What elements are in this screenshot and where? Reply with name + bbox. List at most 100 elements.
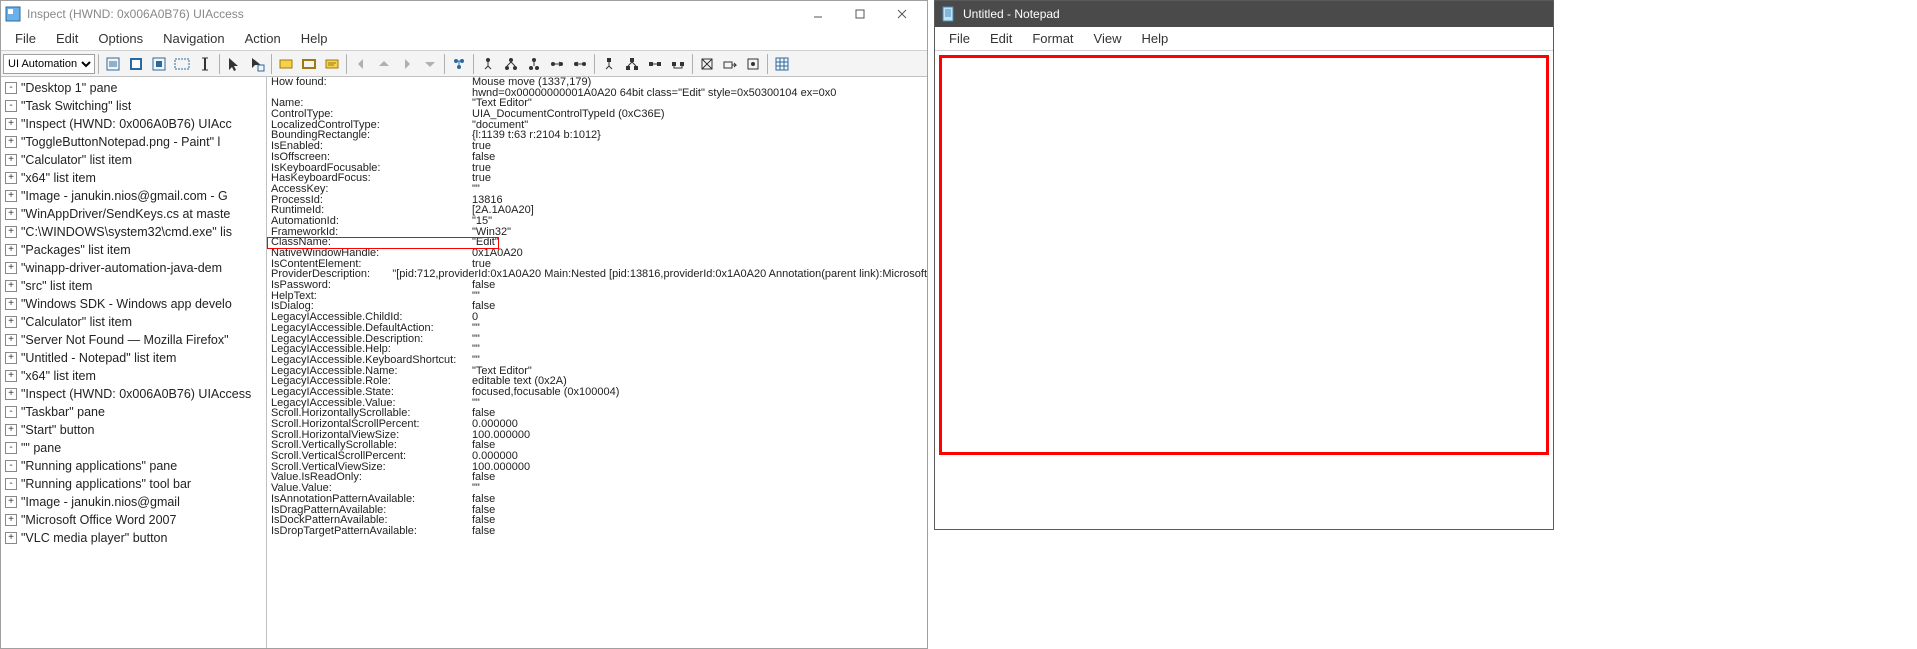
expand-icon[interactable]: + (5, 172, 17, 184)
tree-node[interactable]: -"Running applications" pane (1, 457, 266, 475)
toolbar-nav-down-icon[interactable] (419, 53, 441, 75)
tree-node[interactable]: +"Calculator" list item (1, 151, 266, 169)
expand-icon[interactable]: + (5, 316, 17, 328)
tree-node[interactable]: +"x64" list item (1, 169, 266, 187)
notepad-text-editor[interactable] (939, 55, 1549, 455)
tree-node[interactable]: +"Packages" list item (1, 241, 266, 259)
toolbar-msaa-children-icon[interactable] (621, 53, 643, 75)
tree-node[interactable]: +"Calculator" list item (1, 313, 266, 331)
property-row[interactable]: AccessKey:"" (267, 184, 927, 195)
tree-node[interactable]: +"WinAppDriver/SendKeys.cs at maste (1, 205, 266, 223)
toolbar-last-child-icon[interactable] (523, 53, 545, 75)
tree-node[interactable]: +"Inspect (HWND: 0x006A0B76) UIAccess (1, 385, 266, 403)
np-menu-view[interactable]: View (1084, 29, 1132, 48)
property-row[interactable]: ProcessId:13816 (267, 195, 927, 206)
tree-node[interactable]: +"x64" list item (1, 367, 266, 385)
tree-node[interactable]: +"src" list item (1, 277, 266, 295)
tree-node[interactable]: +"Start" button (1, 421, 266, 439)
toolbar-first-child-icon[interactable] (500, 53, 522, 75)
toolbar-capture-icon[interactable] (771, 53, 793, 75)
menu-options[interactable]: Options (88, 29, 153, 48)
toolbar-watch-cursor-icon[interactable] (125, 53, 147, 75)
expand-icon[interactable]: + (5, 136, 17, 148)
property-row[interactable]: FrameworkId:"Win32" (267, 227, 927, 238)
menu-action[interactable]: Action (235, 29, 291, 48)
property-row[interactable]: IsOffscreen:false (267, 152, 927, 163)
expand-icon[interactable]: + (5, 370, 17, 382)
tree-node[interactable]: +"Windows SDK - Windows app develo (1, 295, 266, 313)
uia-tree[interactable]: -"Desktop 1" pane-"Task Switching" list +… (1, 77, 267, 648)
toolbar-cursor-icon[interactable] (223, 53, 245, 75)
expand-icon[interactable]: + (5, 352, 17, 364)
menu-navigation[interactable]: Navigation (153, 29, 234, 48)
expand-icon[interactable]: + (5, 118, 17, 130)
expand-icon[interactable]: + (5, 532, 17, 544)
collapse-icon[interactable]: - (5, 442, 17, 454)
toolbar-msaa-parent-icon[interactable] (598, 53, 620, 75)
expand-icon[interactable]: + (5, 208, 17, 220)
toolbar-cursor-rect-icon[interactable] (246, 53, 268, 75)
toolbar-nav-up-icon[interactable] (373, 53, 395, 75)
property-row[interactable]: NativeWindowHandle:0x1A0A20 (267, 248, 927, 259)
tree-node[interactable]: -"Desktop 1" pane (1, 79, 266, 97)
expand-icon[interactable]: + (5, 154, 17, 166)
toolbar-text-cursor-icon[interactable] (194, 53, 216, 75)
np-menu-file[interactable]: File (939, 29, 980, 48)
tree-node[interactable]: +"winapp-driver-automation-java-dem (1, 259, 266, 277)
toolbar-watch-focus-icon[interactable] (148, 53, 170, 75)
expand-icon[interactable]: + (5, 334, 17, 346)
expand-icon[interactable]: + (5, 280, 17, 292)
toolbar-next-sibling-icon[interactable] (546, 53, 568, 75)
toolbar-nav-back-icon[interactable] (350, 53, 372, 75)
minimize-button[interactable] (797, 3, 839, 25)
property-row[interactable]: Scroll.VerticalViewSize:100.000000 (267, 462, 927, 473)
property-row[interactable]: ProviderDescription:"[pid:712,providerId… (267, 269, 927, 280)
collapse-icon[interactable]: - (5, 100, 17, 112)
tree-node[interactable]: +"ToggleButtonNotepad.png - Paint" l (1, 133, 266, 151)
property-row[interactable]: BoundingRectangle:{l:1139 t:63 r:2104 b:… (267, 130, 927, 141)
toolbar-highlight-rect-icon[interactable] (275, 53, 297, 75)
tree-node[interactable]: +"C:\WINDOWS\system32\cmd.exe" lis (1, 223, 266, 241)
property-row[interactable]: HelpText:"" (267, 291, 927, 302)
maximize-button[interactable] (839, 3, 881, 25)
property-row[interactable]: LegacyIAccessible.KeyboardShortcut:"" (267, 355, 927, 366)
property-row[interactable]: IsPassword:false (267, 280, 927, 291)
toolbar-action-icon[interactable] (719, 53, 741, 75)
menu-file[interactable]: File (5, 29, 46, 48)
collapse-icon[interactable]: - (5, 406, 17, 418)
collapse-icon[interactable]: - (5, 82, 17, 94)
collapse-icon[interactable]: - (5, 460, 17, 472)
expand-icon[interactable]: + (5, 244, 17, 256)
property-row[interactable]: IsAnnotationPatternAvailable:false (267, 494, 927, 505)
toolbar-msaa-next-icon[interactable] (644, 53, 666, 75)
menu-help[interactable]: Help (291, 29, 338, 48)
expand-icon[interactable]: + (5, 496, 17, 508)
tree-node[interactable]: +"Image - janukin.nios@gmail.com - G (1, 187, 266, 205)
tree-node[interactable]: +"Microsoft Office Word 2007 (1, 511, 266, 529)
np-menu-format[interactable]: Format (1022, 29, 1083, 48)
collapse-icon[interactable]: - (5, 478, 17, 490)
np-menu-help[interactable]: Help (1131, 29, 1178, 48)
toolbar-focus-icon[interactable] (742, 53, 764, 75)
inspect-titlebar[interactable]: Inspect (HWND: 0x006A0B76) UIAccess (1, 1, 927, 27)
properties-pane[interactable]: How found:Mouse move (1337,179)hwnd=0x00… (267, 77, 927, 648)
property-row[interactable]: HasKeyboardFocus:true (267, 173, 927, 184)
np-menu-edit[interactable]: Edit (980, 29, 1022, 48)
expand-icon[interactable]: + (5, 514, 17, 526)
property-row[interactable]: RuntimeId:[2A.1A0A20] (267, 205, 927, 216)
toolbar-parent-icon[interactable] (477, 53, 499, 75)
property-row[interactable]: AutomationId:"15" (267, 216, 927, 227)
expand-icon[interactable]: + (5, 190, 17, 202)
toolbar-watch-caret-icon[interactable] (171, 53, 193, 75)
expand-icon[interactable]: + (5, 388, 17, 400)
expand-icon[interactable]: + (5, 226, 17, 238)
toolbar-prev-sibling-icon[interactable] (569, 53, 591, 75)
expand-icon[interactable]: + (5, 424, 17, 436)
automation-mode-select[interactable]: UI Automation (3, 54, 95, 74)
toolbar-tree-focus-icon[interactable] (448, 53, 470, 75)
toolbar-msaa-prev-icon[interactable] (667, 53, 689, 75)
expand-icon[interactable]: + (5, 298, 17, 310)
property-row[interactable]: IsEnabled:true (267, 141, 927, 152)
close-button[interactable] (881, 3, 923, 25)
tree-node[interactable]: -"Task Switching" list (1, 97, 266, 115)
